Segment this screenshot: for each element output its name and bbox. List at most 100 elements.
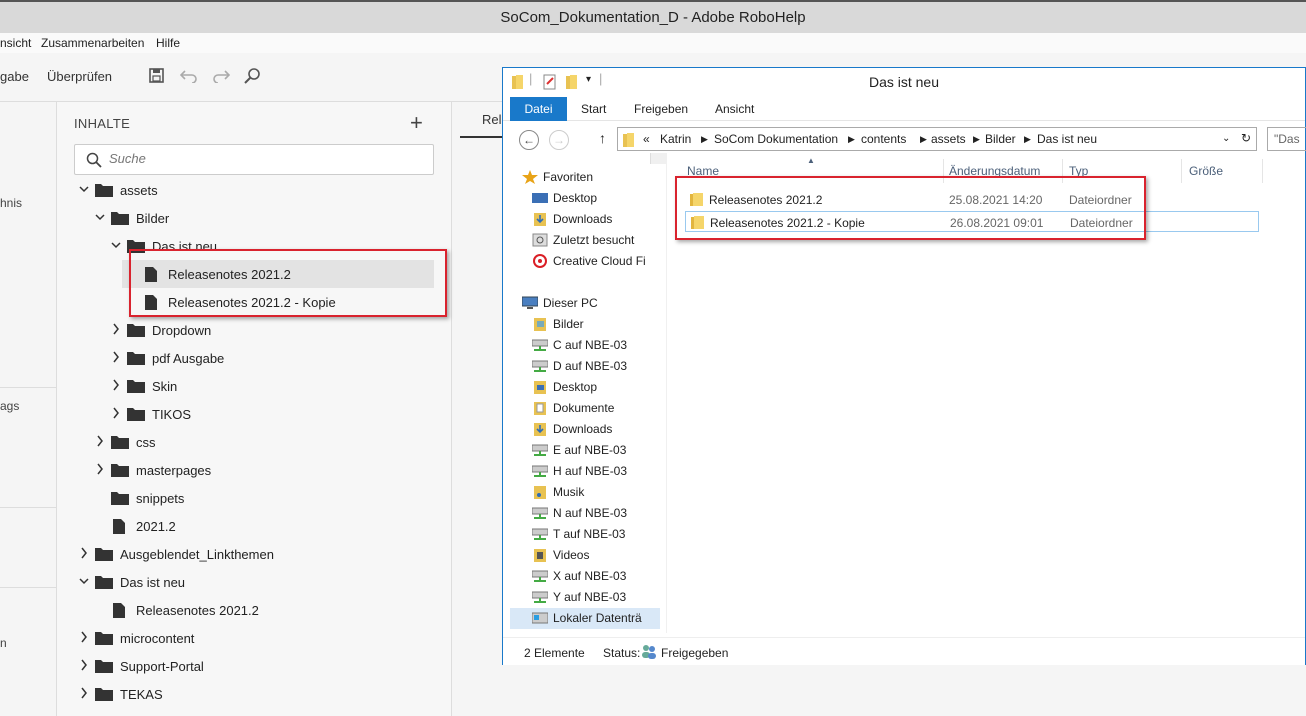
breadcrumb-bilder[interactable]: Bilder [985, 132, 1016, 146]
nav-item[interactable]: Creative Cloud Fi [510, 251, 660, 272]
nav-item[interactable]: Desktop [510, 188, 660, 209]
breadcrumb-katrin[interactable]: Katrin [660, 132, 691, 146]
refresh-icon[interactable]: ↻ [1241, 131, 1251, 145]
chevron-right-icon[interactable] [79, 687, 89, 699]
rail-label-verzeichnis[interactable]: hnis [0, 196, 22, 210]
tree-item-das-ist-neu[interactable]: Das ist neu [57, 568, 452, 596]
nav-item[interactable]: Y auf NBE-03 [510, 587, 660, 608]
chevron-right-icon[interactable] [79, 547, 89, 559]
chevron-right-icon[interactable] [79, 659, 89, 671]
tree-item-label: Releasenotes 2021.2 [136, 603, 259, 618]
tree-item-tikos[interactable]: TIKOS [57, 400, 452, 428]
nav-item[interactable]: Musik [510, 482, 660, 503]
chevron-right-icon[interactable] [111, 379, 121, 391]
nav-item[interactable]: Favoriten [510, 167, 660, 188]
nav-item[interactable]: Desktop [510, 377, 660, 398]
column-separator[interactable] [1262, 159, 1263, 183]
nav-item[interactable]: E auf NBE-03 [510, 440, 660, 461]
chevron-right-icon[interactable] [111, 351, 121, 363]
tree-item-masterpages[interactable]: masterpages [57, 456, 452, 484]
tree-item-label: snippets [136, 491, 185, 506]
tree-item-microcontent[interactable]: microcontent [57, 624, 452, 652]
panel-title: INHALTE [74, 116, 131, 131]
tree-item-support-portal[interactable]: Support-Portal [57, 652, 452, 680]
nav-item[interactable]: Lokaler Datenträ [510, 608, 660, 629]
tree-item-css[interactable]: css [57, 428, 452, 456]
rail-label-n[interactable]: n [0, 636, 7, 650]
star-icon [522, 170, 538, 184]
tree-item-tekas[interactable]: TEKAS [57, 680, 452, 708]
tree-item-ausgeblendet-linkthemen[interactable]: Ausgeblendet_Linkthemen [57, 540, 452, 568]
menu-zusammenarbeiten[interactable]: Zusammenarbeiten [41, 36, 144, 50]
tab-ansicht[interactable]: Ansicht [715, 97, 754, 121]
nav-item[interactable]: C auf NBE-03 [510, 335, 660, 356]
nav-item[interactable]: Downloads [510, 419, 660, 440]
forward-button[interactable]: → [549, 130, 569, 150]
breadcrumb-contents[interactable]: contents [861, 132, 906, 146]
tab-datei[interactable]: Datei [510, 97, 567, 121]
back-button[interactable]: ← [519, 130, 539, 150]
nav-item[interactable]: Downloads [510, 209, 660, 230]
network-drive-icon [532, 465, 548, 477]
menu-hilfe[interactable]: Hilfe [156, 36, 180, 50]
nav-item[interactable]: X auf NBE-03 [510, 566, 660, 587]
chevron-right-icon[interactable] [111, 323, 121, 335]
explorer-window: | ▾ | Das ist neu Datei Start Freigeben … [502, 67, 1306, 665]
ueberpruefen-button[interactable]: Überprüfen [47, 69, 112, 84]
nav-item[interactable]: Zuletzt besucht [510, 230, 660, 251]
chevron-right-icon[interactable] [95, 435, 105, 447]
nav-item[interactable]: D auf NBE-03 [510, 356, 660, 377]
nav-item[interactable]: Bilder [510, 314, 660, 335]
up-button[interactable]: ↑ [599, 130, 606, 146]
chevron-right-icon[interactable] [111, 407, 121, 419]
redo-icon[interactable] [212, 69, 230, 83]
column-separator[interactable] [1181, 159, 1182, 183]
explorer-search-box[interactable]: "Das [1267, 127, 1306, 151]
tree-item-skin[interactable]: Skin [57, 372, 452, 400]
breadcrumb-das-ist-neu[interactable]: Das ist neu [1037, 132, 1097, 146]
nav-item-label: X auf NBE-03 [553, 569, 627, 583]
videos-folder-icon [534, 549, 546, 562]
save-icon[interactable] [149, 68, 164, 83]
ausgabe-button[interactable]: gabe [0, 69, 29, 84]
breadcrumb-assets[interactable]: assets [931, 132, 966, 146]
nav-item[interactable]: T auf NBE-03 [510, 524, 660, 545]
menu-ansicht[interactable]: nsicht [0, 36, 31, 50]
breadcrumb-separator: ▶ [920, 134, 927, 144]
tree-item-pdf-ausgabe[interactable]: pdf Ausgabe [57, 344, 452, 372]
tree-item-releasenotes-2021-2[interactable]: Releasenotes 2021.2 [57, 596, 452, 624]
tree-item-2021-2[interactable]: 2021.2 [57, 512, 452, 540]
chevron-down-icon[interactable] [111, 239, 121, 251]
tree-item-bilder[interactable]: Bilder [57, 204, 452, 232]
nav-item[interactable]: H auf NBE-03 [510, 461, 660, 482]
chevron-down-icon[interactable] [79, 183, 89, 195]
folder-icon [127, 352, 145, 365]
address-dropdown-icon[interactable]: ⌄ [1222, 133, 1230, 144]
nav-item-label: Downloads [553, 212, 613, 226]
breadcrumb-socom[interactable]: SoCom Dokumentation [714, 132, 838, 146]
tab-start[interactable]: Start [581, 97, 606, 121]
chevron-right-icon[interactable] [95, 463, 105, 475]
add-icon[interactable]: + [410, 110, 423, 136]
nav-item[interactable]: Dieser PC [510, 293, 660, 314]
contents-search[interactable] [74, 144, 434, 175]
address-bar[interactable]: « Katrin ▶ SoCom Dokumentation ▶ content… [617, 127, 1257, 151]
tree-item-snippets[interactable]: snippets [57, 484, 452, 512]
chevron-right-icon[interactable] [79, 631, 89, 643]
chevron-down-icon[interactable] [95, 211, 105, 223]
search-input[interactable] [109, 151, 409, 166]
chevron-down-icon[interactable] [79, 575, 89, 587]
search-icon [86, 152, 102, 168]
tab-freigeben[interactable]: Freigeben [634, 97, 688, 121]
column-size[interactable]: Größe [1189, 164, 1223, 178]
nav-item[interactable]: N auf NBE-03 [510, 503, 660, 524]
nav-item[interactable]: Videos [510, 545, 660, 566]
undo-icon[interactable] [180, 69, 198, 83]
tree-item-assets[interactable]: assets [57, 176, 452, 204]
find-replace-icon[interactable] [244, 67, 262, 85]
rail-label-tags[interactable]: ags [0, 399, 19, 413]
pictures-folder-icon [534, 318, 546, 331]
breadcrumb-overflow[interactable]: « [643, 132, 650, 146]
nav-item[interactable]: Dokumente [510, 398, 660, 419]
tree-item-dropdown[interactable]: Dropdown [57, 316, 452, 344]
